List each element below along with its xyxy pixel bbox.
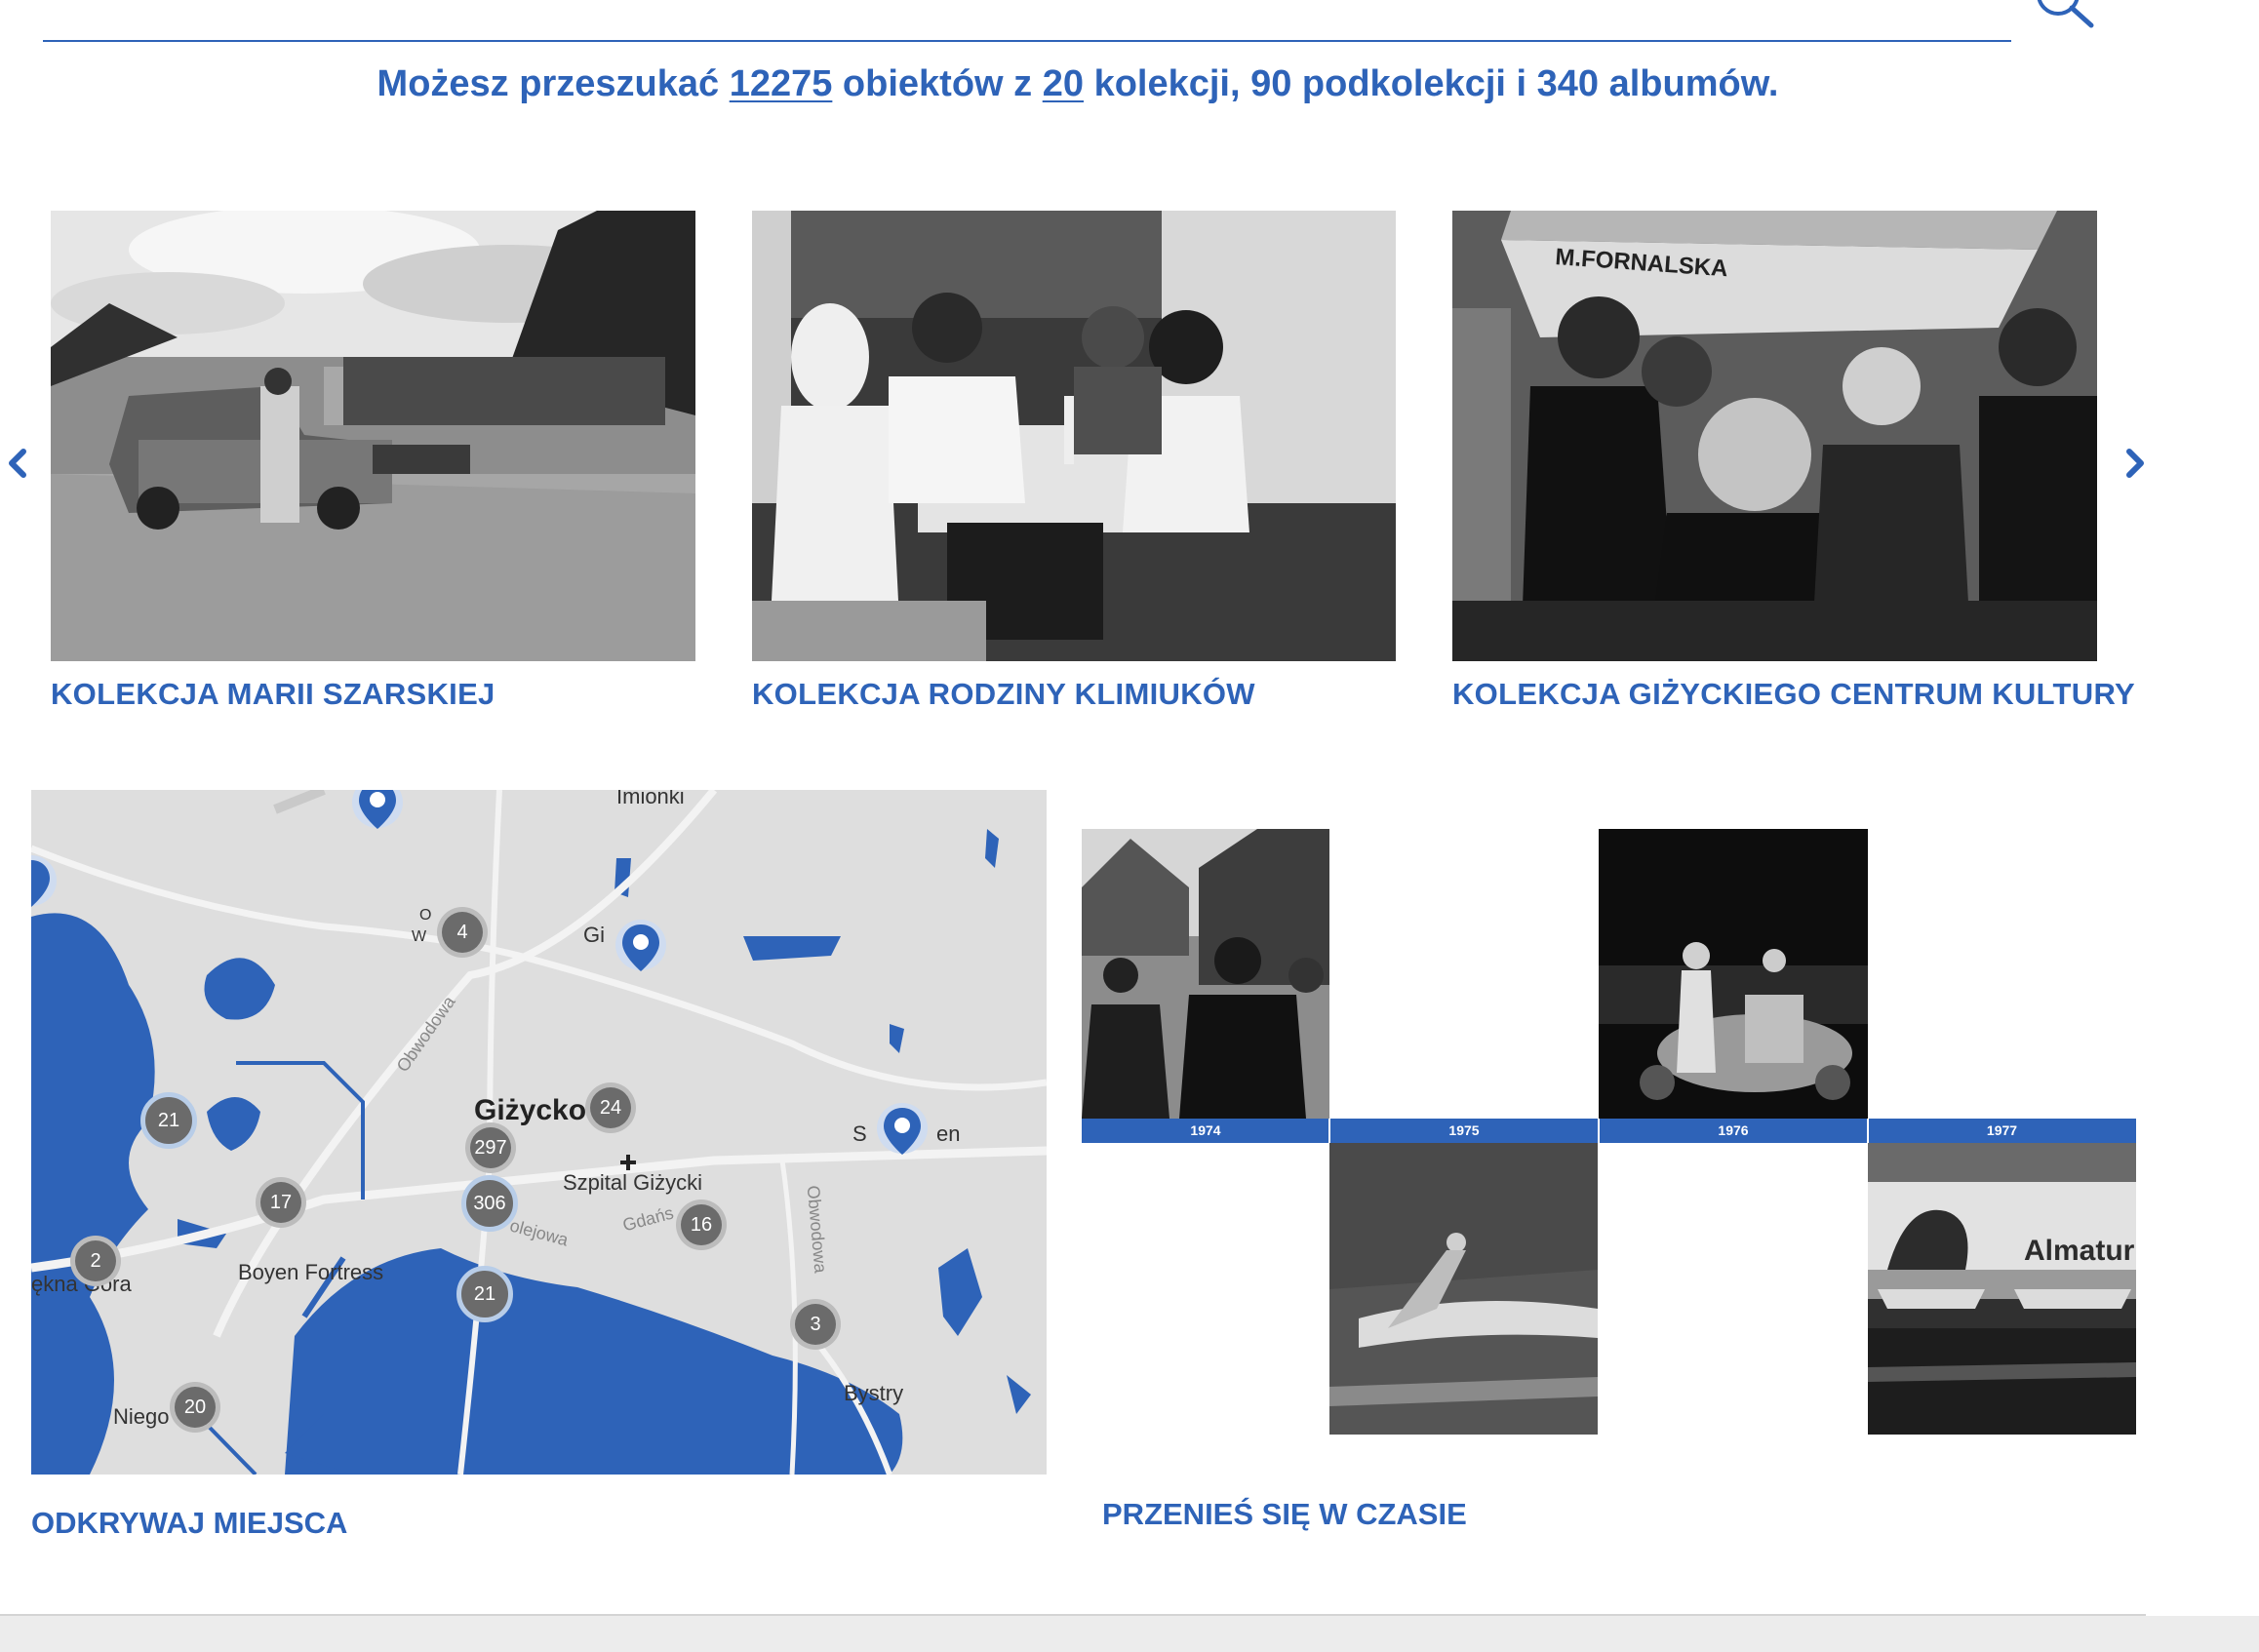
map-label-o: O <box>419 907 432 924</box>
map-cluster[interactable]: 3 <box>790 1299 841 1350</box>
timeline-section-title[interactable]: PRZENIEŚ SIĘ W CZASIE <box>1102 1497 1467 1532</box>
map-label-gie: Gi <box>583 923 605 947</box>
objects-count-link[interactable]: 12275 <box>730 63 833 104</box>
collection-title-klimiuk[interactable]: KOLEKCJA RODZINY KLIMIUKÓW <box>752 677 1255 712</box>
map-cluster[interactable]: 24 <box>585 1082 636 1133</box>
map-label-boyen: Boyen Fortress <box>238 1260 384 1284</box>
timeline-year[interactable]: 1975 <box>1329 1119 1599 1143</box>
collection-photo-gck[interactable]: M.FORNALSKA <box>1452 211 2097 661</box>
map-cluster[interactable]: 21 <box>456 1266 513 1322</box>
map-cluster[interactable]: 2 <box>70 1236 121 1286</box>
map-label-niego: Niego <box>113 1404 170 1429</box>
map-pin-icon[interactable] <box>876 1102 929 1164</box>
collection-title-szarska[interactable]: KOLEKCJA MARII SZARSKIEJ <box>51 677 495 712</box>
places-section-title[interactable]: ODKRYWAJ MIEJSCA <box>31 1506 347 1541</box>
map-label-imionki: Imionki <box>616 790 685 808</box>
map-pin-icon[interactable] <box>351 790 404 839</box>
timeline-year[interactable]: 1974 <box>1082 1119 1329 1143</box>
timeline-photo-1976[interactable] <box>1599 829 1868 1119</box>
almatur-sign-text: Almatur <box>2024 1235 2135 1267</box>
collections-count-link[interactable]: 20 <box>1043 63 1084 104</box>
map-label-en: en <box>936 1121 961 1146</box>
footer-background <box>0 1616 2259 1652</box>
timeline-photo-1977[interactable]: Almatur <box>1868 1143 2136 1435</box>
map-cluster[interactable]: 4 <box>437 907 488 958</box>
places-map[interactable]: Imionki Giżycko Szpital Giżycki Boyen Fo… <box>31 790 1047 1475</box>
map-pin-icon[interactable] <box>31 854 58 917</box>
collection-stats: Możesz przeszukać 12275 obiektów z 20 ko… <box>0 57 2156 111</box>
map-cluster[interactable]: 17 <box>256 1177 306 1228</box>
timeline-bar: 1974 1975 1976 1977 <box>1082 1119 2136 1143</box>
collection-photo-szarska[interactable] <box>51 211 695 661</box>
timeline-photo-1974[interactable] <box>1082 829 1329 1119</box>
timeline-year[interactable]: 1976 <box>1599 1119 1868 1143</box>
map-cluster[interactable]: 16 <box>676 1200 727 1250</box>
map-label-w: W <box>412 928 427 945</box>
carousel-next-icon[interactable] <box>2114 434 2153 492</box>
stats-mid: obiektów z <box>842 63 1033 104</box>
collection-photo-klimiuk[interactable] <box>752 211 1396 661</box>
map-cluster[interactable]: 20 <box>170 1382 220 1433</box>
collection-title-gck[interactable]: KOLEKCJA GIŻYCKIEGO CENTRUM KULTURY <box>1452 677 2135 712</box>
stats-prefix: Możesz przeszukać <box>376 63 720 104</box>
timeline-photo-1975[interactable] <box>1329 1143 1598 1435</box>
carousel-prev-icon[interactable] <box>0 434 39 492</box>
map-cluster[interactable]: 306 <box>461 1175 518 1232</box>
map-pin-icon[interactable] <box>614 919 667 981</box>
map-label-szpital: Szpital Giżycki <box>563 1170 703 1195</box>
search-icon[interactable] <box>2037 0 2095 31</box>
map-label-s: S <box>852 1121 867 1146</box>
map-cluster[interactable]: 297 <box>465 1122 516 1173</box>
map-label-bystry: Bystry <box>844 1381 904 1405</box>
search-underline <box>43 40 2011 42</box>
stats-suffix: kolekcji, 90 podkolekcji i 340 albumów. <box>1093 63 1779 104</box>
timeline-year[interactable]: 1977 <box>1868 1119 2136 1143</box>
map-cluster[interactable]: 21 <box>140 1092 197 1149</box>
